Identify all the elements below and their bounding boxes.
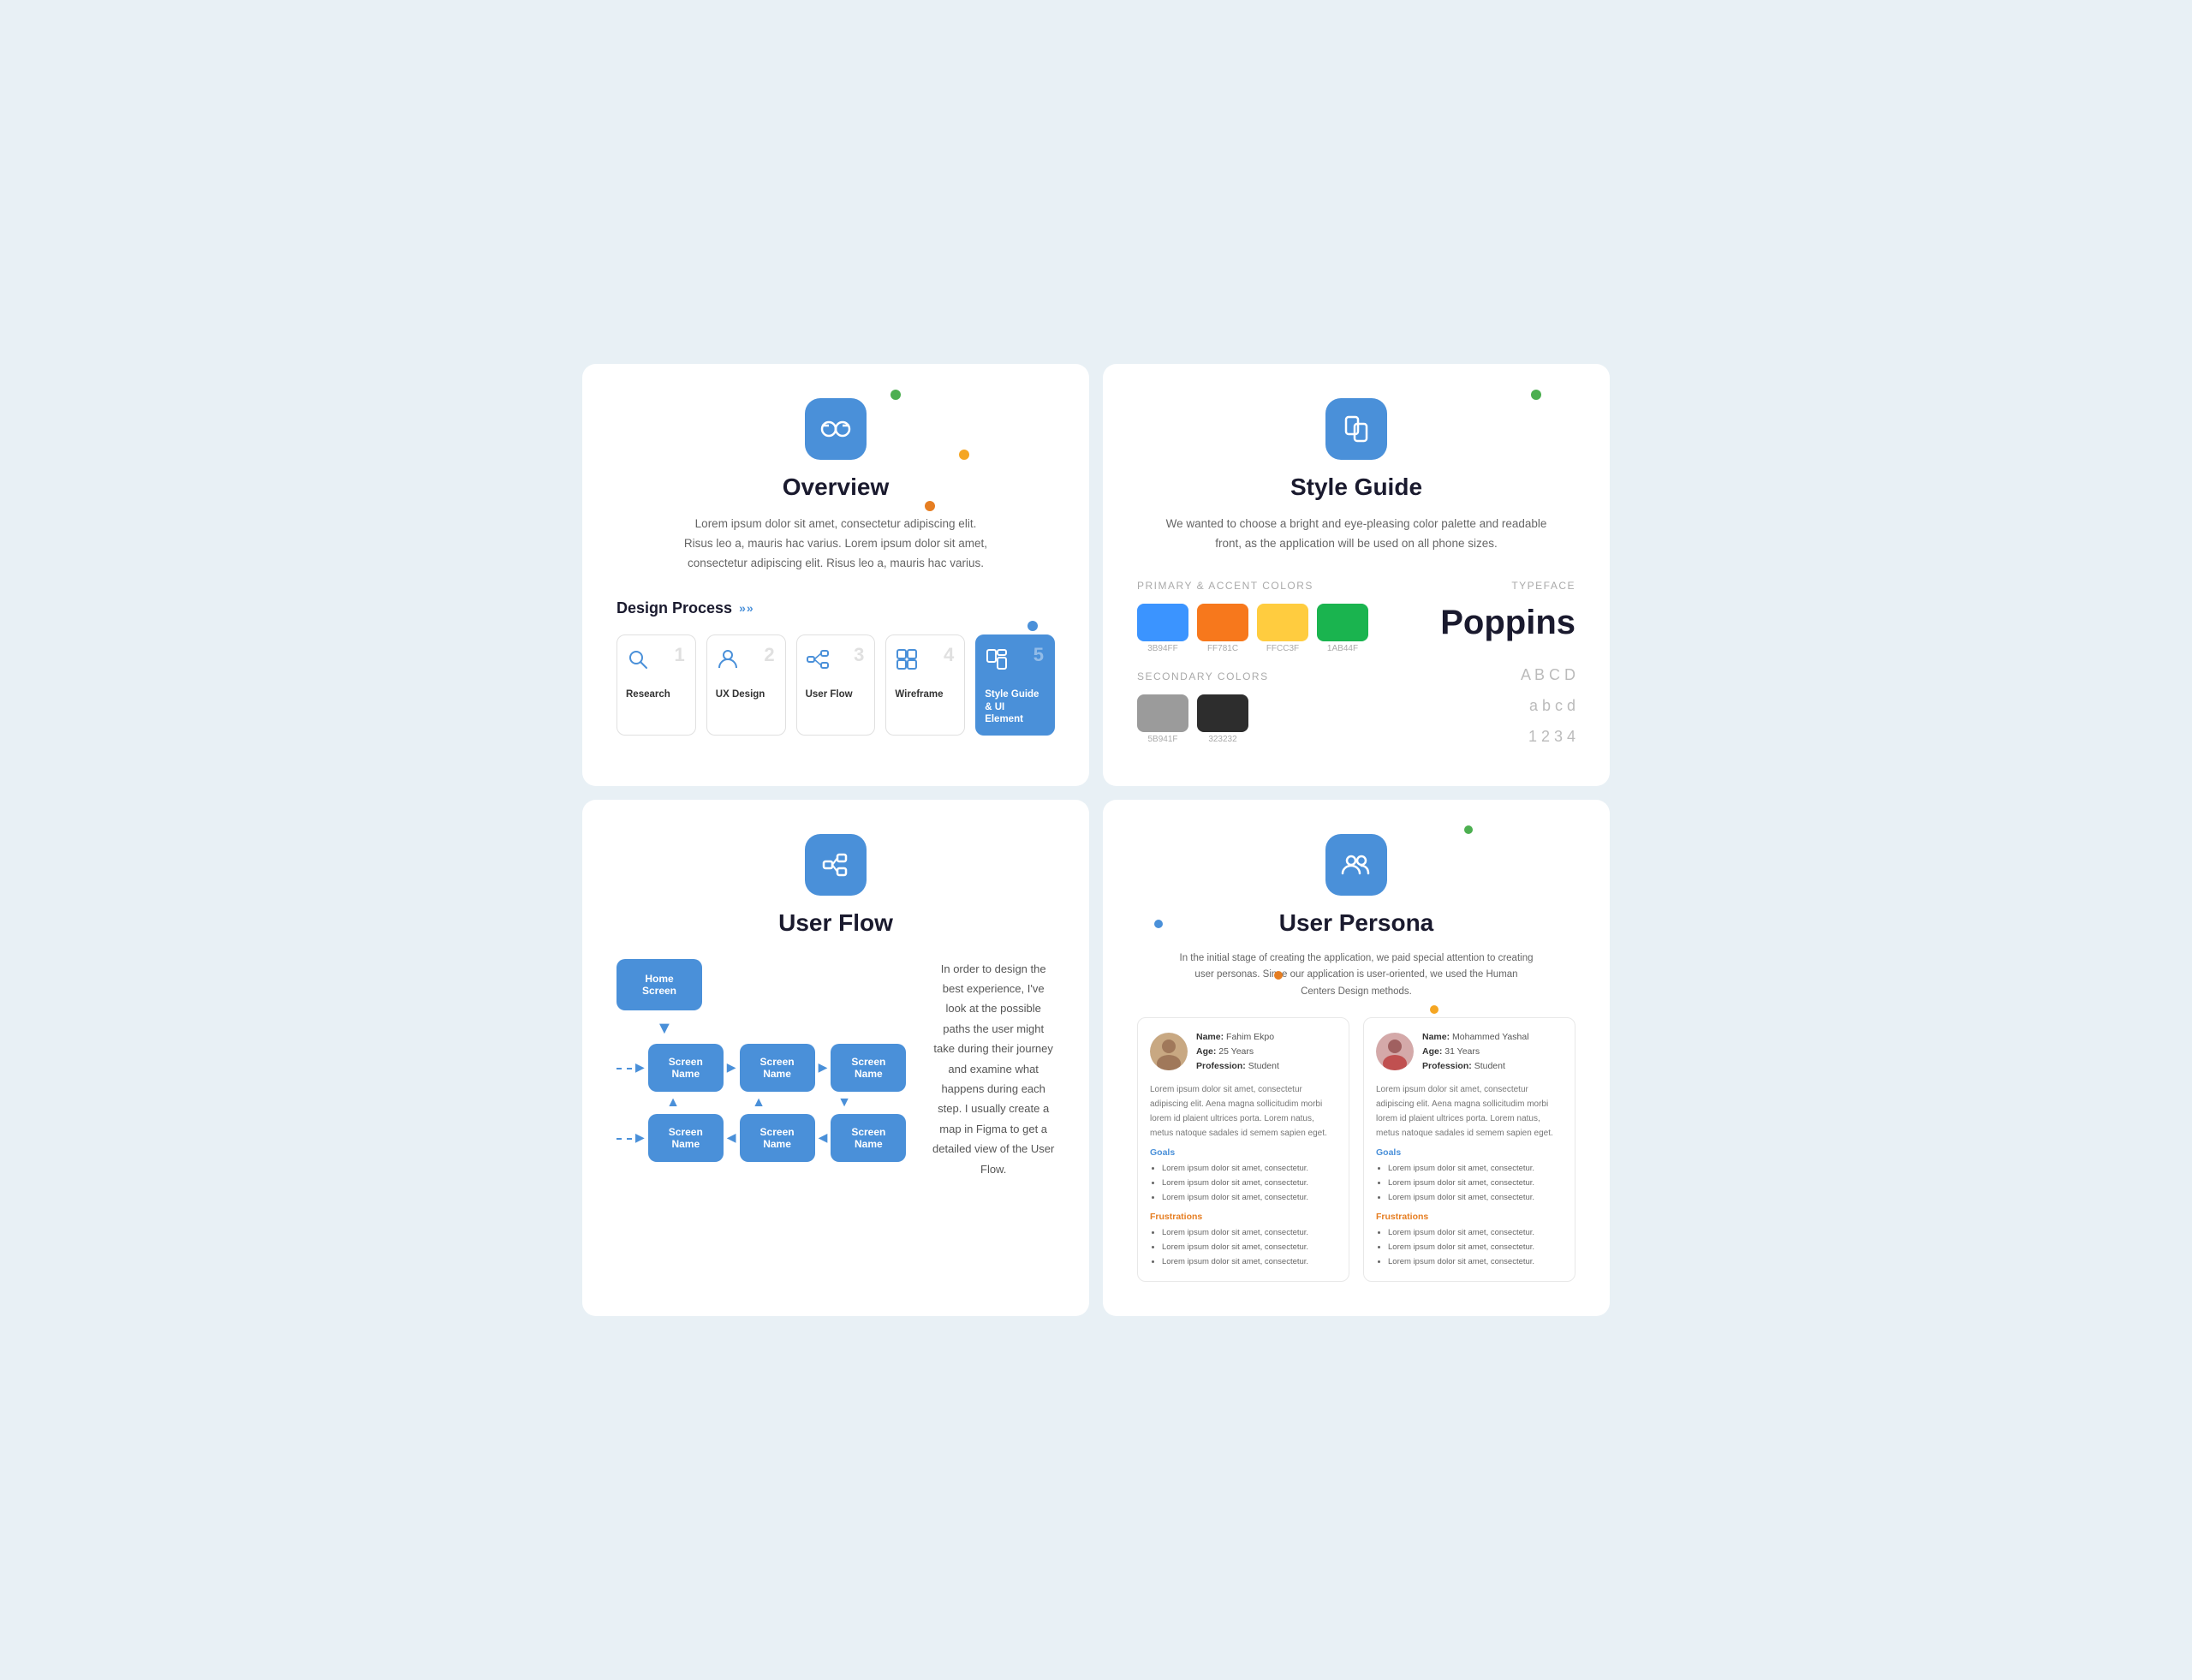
home-screen-box: HomeScreen — [616, 959, 702, 1010]
step-style-guide[interactable]: 5 Style Guide & UI Element — [975, 634, 1055, 736]
dot-yellow3 — [1430, 1005, 1438, 1014]
style-guide-icon — [1339, 412, 1373, 446]
binoculars-icon — [819, 412, 853, 446]
style-guide-icon-box — [1325, 398, 1387, 460]
typeface-section: Typeface Poppins A B C D a b c d 1 2 3 4 — [1410, 580, 1576, 752]
user-flow-card: User Flow HomeScreen ▼ ▶ ScreenName ▶ Sc… — [582, 800, 1089, 1317]
screen-box-4: ScreenName — [648, 1114, 724, 1162]
screen-box-6: ScreenName — [831, 1114, 906, 1162]
step-wireframe-label: Wireframe — [895, 688, 943, 701]
design-process-heading: Design Process »» — [616, 599, 754, 617]
user-flow-title: User Flow — [778, 909, 893, 937]
swatch-yellow: FFCC3F — [1257, 604, 1308, 653]
step-ux-design[interactable]: 2 UX Design — [706, 634, 786, 736]
secondary-colors-label: Secondary colors — [1137, 670, 1385, 682]
dot-orange3 — [1274, 971, 1283, 980]
typeface-label: Typeface — [1410, 580, 1576, 592]
dot-blue — [1028, 621, 1038, 631]
flow-row-2: ▶ ScreenName ◀ ScreenName ◀ ScreenName — [616, 1114, 906, 1162]
mid-arrows: ▲ ▲ ▼ — [616, 1095, 882, 1111]
persona-1-goals: Lorem ipsum dolor sit amet, consectetur.… — [1150, 1161, 1337, 1205]
step-style-label: Style Guide & UI Element — [985, 688, 1045, 727]
persona-1-avatar — [1150, 1033, 1188, 1070]
flow-row-1: ▶ ScreenName ▶ ScreenName ▶ ScreenName — [616, 1044, 906, 1092]
user-flow-icon — [819, 848, 853, 882]
style-sections: Primary & accent colors 3B94FF FF781C FF… — [1137, 580, 1576, 752]
overview-description: Lorem ipsum dolor sit amet, consectetur … — [682, 515, 990, 574]
screen-box-1: ScreenName — [648, 1044, 724, 1092]
swatch-gray: 5B941F — [1137, 694, 1188, 744]
process-steps-list: 1 Research 2 UX Design 3 — [616, 634, 1055, 736]
dot-green — [890, 390, 901, 400]
persona-2-frustrations-title: Frustrations — [1376, 1212, 1563, 1222]
step-wireframe[interactable]: 4 Wireframe — [885, 634, 965, 736]
overview-title: Overview — [783, 474, 890, 501]
persona-2-goals-title: Goals — [1376, 1147, 1563, 1158]
search-icon — [626, 647, 650, 671]
swatch-blue: 3B94FF — [1137, 604, 1188, 653]
dot-orange — [925, 501, 935, 511]
step-ux-label: UX Design — [716, 688, 765, 701]
persona-icon-box — [1325, 834, 1387, 896]
wireframe-icon — [895, 647, 919, 671]
dot-yellow — [959, 450, 969, 460]
persona-1-goals-title: Goals — [1150, 1147, 1337, 1158]
persona-title: User Persona — [1279, 909, 1434, 937]
persona-icon — [1339, 848, 1373, 882]
dot-green3 — [1464, 825, 1473, 834]
persona-1-frustrations: Lorem ipsum dolor sit amet, consectetur.… — [1150, 1225, 1337, 1269]
persona-card-2: Name: Mohammed Yashal Age: 31 Years Prof… — [1363, 1017, 1576, 1282]
chevrons-icon: »» — [739, 601, 754, 615]
dot-blue3 — [1154, 920, 1163, 928]
design-process-label: Design Process — [616, 599, 732, 617]
style-icon — [985, 647, 1009, 671]
step-research[interactable]: 1 Research — [616, 634, 696, 736]
screen-box-5: ScreenName — [740, 1114, 815, 1162]
style-guide-card: Style Guide We wanted to choose a bright… — [1103, 364, 1610, 786]
persona-2-avatar — [1376, 1033, 1414, 1070]
screen-box-3: ScreenName — [831, 1044, 906, 1092]
secondary-swatches: 5B941F 323232 — [1137, 694, 1385, 744]
swatch-orange: FF781C — [1197, 604, 1248, 653]
flow-description-area: In order to design the best experience, … — [932, 959, 1055, 1179]
user-flow-icon-box — [805, 834, 867, 896]
flow-description: In order to design the best experience, … — [932, 959, 1055, 1179]
arrow-down-1: ▼ — [616, 1019, 673, 1039]
flow-diagram: HomeScreen ▼ ▶ ScreenName ▶ ScreenName ▶… — [616, 959, 906, 1179]
flow-icon — [806, 647, 830, 671]
user-persona-card: User Persona In the initial stage of cre… — [1103, 800, 1610, 1317]
persona-1-body: Lorem ipsum dolor sit amet, consectetur … — [1150, 1082, 1337, 1141]
swatch-dark: 323232 — [1197, 694, 1248, 744]
overview-icon-box — [805, 398, 867, 460]
persona-2-goals: Lorem ipsum dolor sit amet, consectetur.… — [1376, 1161, 1563, 1205]
main-grid: Overview Lorem ipsum dolor sit amet, con… — [582, 364, 1610, 1316]
screen-box-2: ScreenName — [740, 1044, 815, 1092]
persona-2-info: Name: Mohammed Yashal Age: 31 Years Prof… — [1422, 1030, 1529, 1073]
persona-1-info: Name: Fahim Ekpo Age: 25 Years Professio… — [1196, 1030, 1279, 1073]
primary-colors-label: Primary & accent colors — [1137, 580, 1385, 592]
typeface-uppercase: A B C D a b c d 1 2 3 4 — [1410, 659, 1576, 752]
persona-1-header: Name: Fahim Ekpo Age: 25 Years Professio… — [1150, 1030, 1337, 1073]
style-guide-description: We wanted to choose a bright and eye-ple… — [1159, 515, 1553, 554]
step-user-flow[interactable]: 3 User Flow — [796, 634, 876, 736]
persona-2-frustrations: Lorem ipsum dolor sit amet, consectetur.… — [1376, 1225, 1563, 1269]
persona-card-1: Name: Fahim Ekpo Age: 25 Years Professio… — [1137, 1017, 1349, 1282]
style-guide-title: Style Guide — [1290, 474, 1422, 501]
persona-2-body: Lorem ipsum dolor sit amet, consectetur … — [1376, 1082, 1563, 1141]
primary-swatches: 3B94FF FF781C FFCC3F 1AB44F — [1137, 604, 1385, 653]
overview-card: Overview Lorem ipsum dolor sit amet, con… — [582, 364, 1089, 786]
typeface-name: Poppins — [1410, 604, 1576, 642]
step-research-label: Research — [626, 688, 670, 701]
dot-green2 — [1531, 390, 1541, 400]
colors-section: Primary & accent colors 3B94FF FF781C FF… — [1137, 580, 1385, 752]
persona-1-frustrations-title: Frustrations — [1150, 1212, 1337, 1222]
step-flow-label: User Flow — [806, 688, 853, 701]
persona-description: In the initial stage of creating the app… — [1176, 950, 1536, 1001]
persona-2-header: Name: Mohammed Yashal Age: 31 Years Prof… — [1376, 1030, 1563, 1073]
swatch-green: 1AB44F — [1317, 604, 1368, 653]
user-icon — [716, 647, 740, 671]
persona-cards-container: Name: Fahim Ekpo Age: 25 Years Professio… — [1137, 1017, 1576, 1282]
